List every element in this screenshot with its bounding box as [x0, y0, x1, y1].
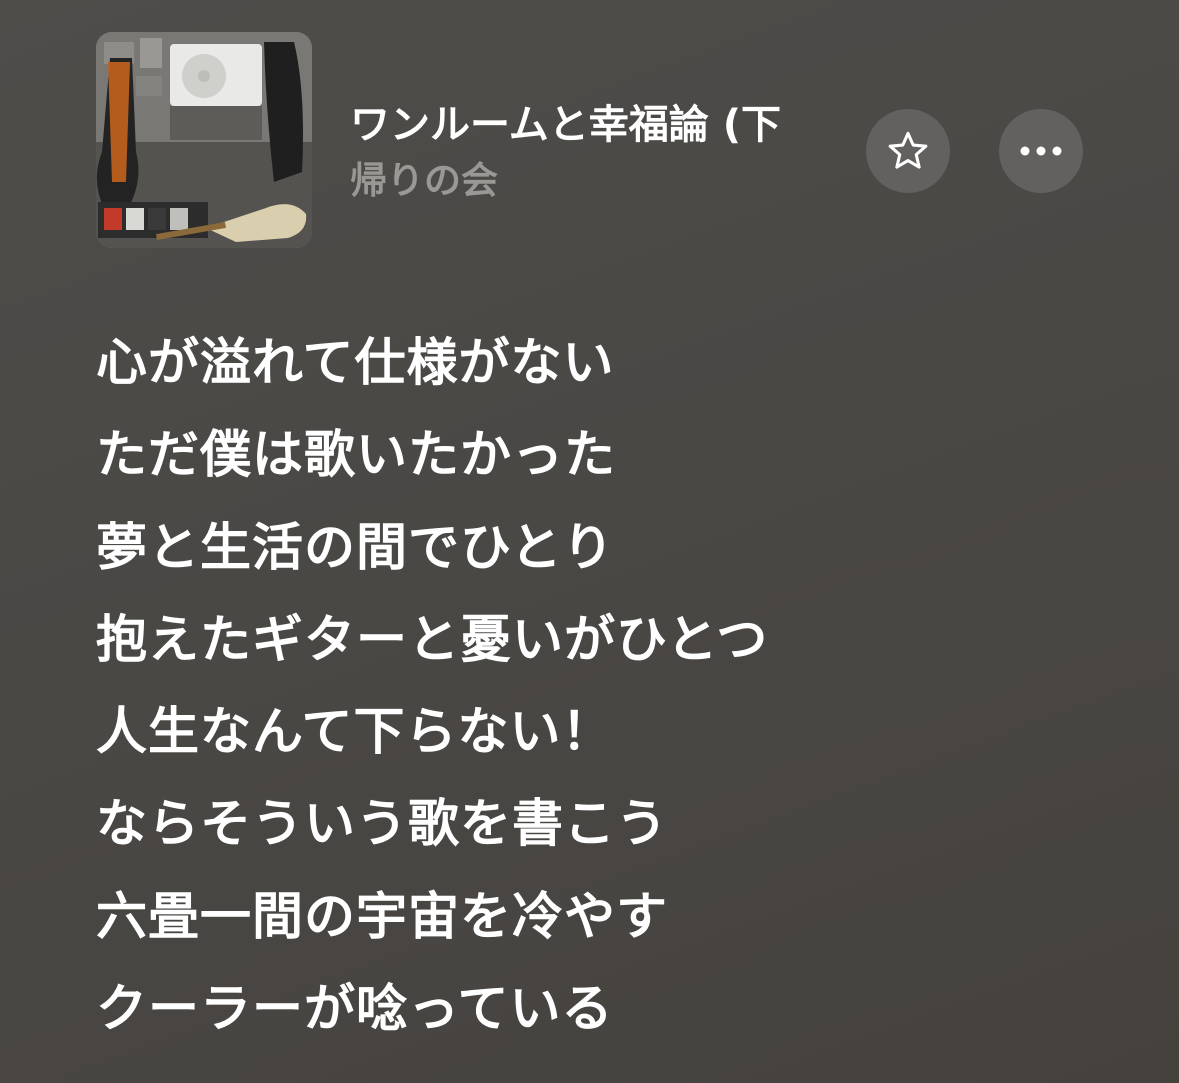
lyrics-view[interactable]: 心が溢れて仕様がない ただ僕は歌いたかった 夢と生活の間でひとり 抱えたギターと… [96, 318, 1096, 1056]
lyric-line[interactable]: 抱えたギターと憂いがひとつ [96, 595, 1096, 687]
lyric-line[interactable]: 六畳一間の宇宙を冷やす [96, 872, 1096, 964]
now-playing-header: ワンルームと幸福論 (下 帰りの会 [0, 0, 1179, 260]
lyric-line[interactable]: クーラーが唸っている [96, 964, 1096, 1056]
lyric-line[interactable]: ただ僕は歌いたかった [96, 410, 1096, 502]
track-title[interactable]: ワンルームと幸福論 (下 [350, 100, 850, 150]
star-outline-icon [888, 131, 928, 169]
more-options-button[interactable] [999, 109, 1083, 193]
ellipsis-icon [1020, 146, 1062, 156]
lyric-line[interactable]: ならそういう歌を書こう [96, 779, 1096, 871]
album-artwork[interactable] [96, 32, 312, 248]
favorite-button[interactable] [866, 109, 950, 193]
artist-name[interactable]: 帰りの会 [350, 156, 498, 206]
lyric-line[interactable]: 夢と生活の間でひとり [96, 503, 1096, 595]
lyric-line[interactable]: 人生なんて下らない！ [96, 687, 1096, 779]
album-artwork-image [96, 32, 312, 248]
lyric-line[interactable]: 心が溢れて仕様がない [96, 318, 1096, 410]
